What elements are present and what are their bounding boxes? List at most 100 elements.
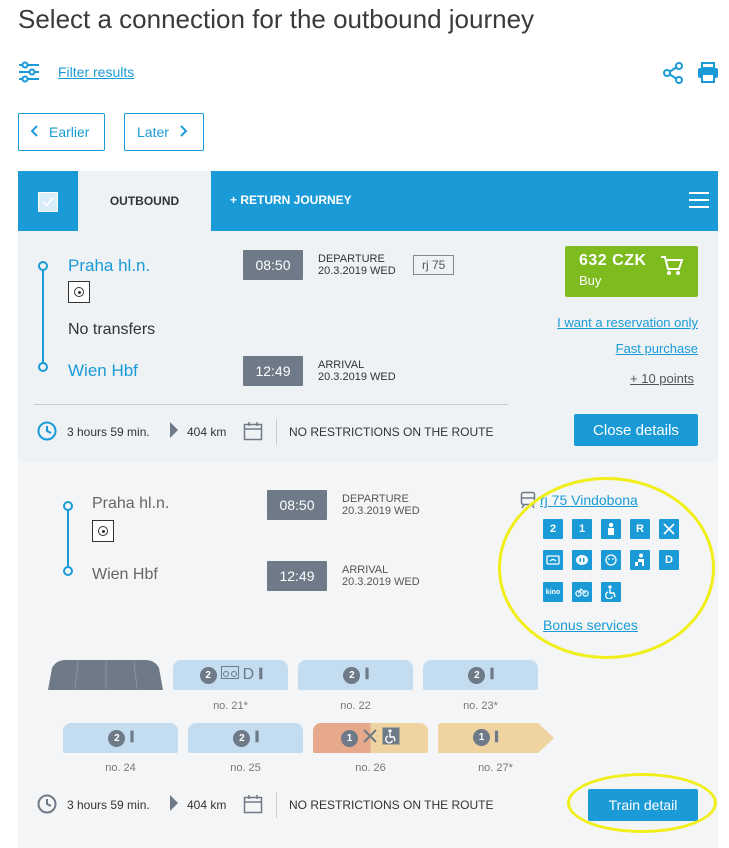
ticket-price: 632 CZK [579,252,647,269]
car-class-badge: 2 [108,729,126,747]
car-23-label: no. 23* [463,700,498,712]
calendar-icon[interactable] [243,421,263,446]
highlight-ellipse [567,773,717,833]
arrival-label: ARRIVAL [318,359,365,371]
print-icon[interactable] [697,62,719,89]
departure-info: DEPARTURE 20.3.2019 WED [318,253,396,277]
connection-summary: Praha hl.n. No transfers Wien Hbf 08:50 … [18,231,718,462]
seat-icon: ꟾꟾ [364,668,369,682]
arrival-date: 20.3.2019 WED [318,371,396,383]
detail-route-line [67,509,69,571]
car-23[interactable]: 2 ꟾꟾ [423,660,538,690]
later-button[interactable]: Later [124,113,204,151]
station-info-icon[interactable] [68,281,90,303]
detail-departure-label: DEPARTURE [342,493,409,505]
car-class-badge: 2 [199,666,217,684]
destination-station[interactable]: Wien Hbf [68,361,138,381]
car-27-label: no. 27* [478,762,513,774]
route-line [42,269,44,367]
buy-button[interactable]: 632 CZK Buy [565,246,698,297]
d-service-mark: D [242,666,255,683]
origin-station[interactable]: Praha hl.n. [68,256,150,276]
chevron-left-icon [30,124,39,140]
separator [276,792,277,818]
detail-arrival-label: ARRIVAL [342,564,389,576]
divider [34,404,508,405]
detail-departure-info: DEPARTURE 20.3.2019 WED [342,493,420,517]
transfers-text: No transfers [68,321,156,338]
calendar-icon[interactable] [243,794,263,819]
route-restrictions: NO RESTRICTIONS ON THE ROUTE [289,425,494,439]
buy-label: Buy [579,273,602,288]
car-22[interactable]: 2 ꟾꟾ [298,660,413,690]
detail-arrival-time: 12:49 [267,561,327,591]
filter-results-link[interactable]: Filter results [58,64,134,80]
checkbox[interactable] [38,192,58,212]
tab-return-journey[interactable]: + RETURN JOURNEY [230,193,352,207]
car-25[interactable]: 2 ꟾꟾ [188,723,303,753]
chevron-right-icon [179,124,188,140]
car-24[interactable]: 2 ꟾꟾ [63,723,178,753]
later-label: Later [137,124,169,140]
car-class-badge: 1 [473,729,490,746]
seat-icon: ꟾꟾ [254,731,259,745]
arrival-time: 12:49 [243,356,303,386]
fast-purchase-link[interactable]: Fast purchase [616,341,698,356]
car-class-badge: 2 [233,729,251,747]
seat-icon: ꟾꟾ [489,668,494,682]
page-title: Select a connection for the outbound jou… [18,4,535,34]
clock-icon [37,421,57,446]
close-details-button[interactable]: Close details [574,414,698,446]
bicycle-icon [220,666,239,684]
outbound-checkbox-area[interactable] [18,171,78,231]
wheelchair-icon [382,727,400,750]
seat-icon: ꟾꟾ [494,730,499,745]
car-21[interactable]: 2 D ꟾꟾ [173,660,288,690]
share-icon[interactable] [662,62,684,89]
distance: 404 km [187,425,227,439]
detail-departure-date: 20.3.2019 WED [342,505,420,517]
detail-destination-dot [63,566,73,576]
restaurant-icon [362,728,378,749]
tab-outbound[interactable]: OUTBOUND [78,171,211,231]
car-class-badge: 2 [468,666,486,684]
train-number-badge[interactable]: rj 75 [413,255,455,275]
car-24-label: no. 24 [105,762,136,774]
detail-duration: 3 hours 59 min. [67,798,150,812]
detail-arrival-date: 20.3.2019 WED [342,576,420,588]
destination-dot [38,362,48,372]
distance-flag-icon [169,421,179,446]
seat-icon: ꟾꟾ [129,731,134,745]
detail-station-info-icon[interactable] [92,520,114,542]
highlight-ellipse [498,477,715,659]
detail-origin-dot [63,501,73,511]
cart-icon [660,255,684,282]
arrival-info: ARRIVAL 20.3.2019 WED [318,359,396,383]
earlier-button[interactable]: Earlier [18,113,105,151]
car-class-badge: 1 [341,729,358,747]
car-class-badge: 2 [343,666,361,684]
detail-distance: 404 km [187,798,227,812]
hamburger-menu-icon[interactable] [689,190,709,210]
filter-icon[interactable] [18,61,40,83]
earlier-label: Earlier [49,124,90,140]
departure-date: 20.3.2019 WED [318,265,396,277]
detail-destination-station: Wien Hbf [92,566,158,583]
locomotive [48,658,163,697]
car-26[interactable]: 1 [313,723,428,753]
separator [276,419,277,445]
clock-icon [37,794,57,819]
car-21-label: no. 21* [213,700,248,712]
connection-detail: Praha hl.n. Wien Hbf 08:50 DEPARTURE 20.… [18,462,718,848]
car-25-label: no. 25 [230,762,261,774]
distance-flag-icon [169,794,179,819]
car-22-label: no. 22 [340,700,371,712]
points-link[interactable]: + 10 points [630,371,694,386]
detail-departure-time: 08:50 [267,490,327,520]
origin-dot [38,261,48,271]
reservation-only-link[interactable]: I want a reservation only [557,315,698,330]
detail-origin-station: Praha hl.n. [92,495,170,512]
detail-arrival-info: ARRIVAL 20.3.2019 WED [342,564,420,588]
duration: 3 hours 59 min. [67,425,150,439]
seat-icon: ꟾꟾ [258,668,263,682]
